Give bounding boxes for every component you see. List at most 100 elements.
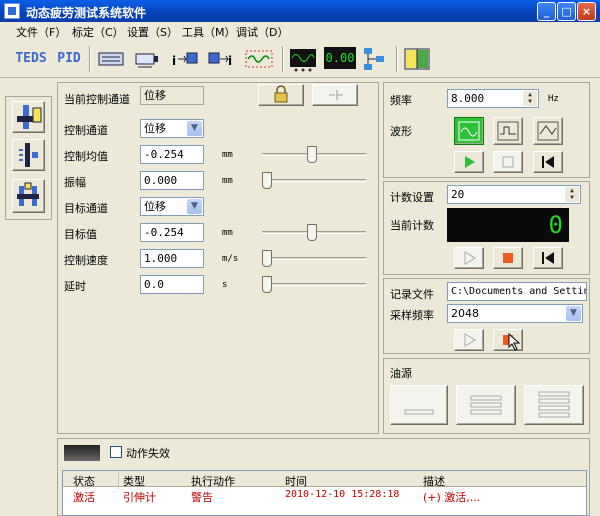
control-panel: 当前控制通道 位移 控制通道 位移 ▼ 控制均值 -0.254 mm 振幅 0.000 mm 目标… (57, 82, 379, 434)
param-input[interactable]: -0.254 (140, 223, 204, 242)
teds-button[interactable]: TEDS (14, 45, 48, 73)
wave-stop-button[interactable] (493, 151, 523, 173)
close-button[interactable]: × (577, 2, 596, 21)
slider-thumb[interactable] (262, 250, 272, 267)
minimize-button[interactable]: _ (537, 2, 556, 21)
event-table[interactable]: 状态 类型 执行动作 时间 描述 激活 引伸计 警告 2010-12-10 15… (62, 470, 587, 516)
digital-display-button[interactable]: 0.00 (324, 45, 356, 73)
layout-icon[interactable] (402, 45, 432, 73)
record-file-field[interactable]: C:\Documents and Settin (447, 282, 587, 301)
window-title: 动态疲劳测试系统软件 (26, 6, 147, 20)
chevron-down-icon[interactable]: ▼ (187, 121, 202, 136)
wave-reset-button[interactable] (533, 151, 563, 173)
oil-high-button[interactable] (524, 385, 584, 425)
col-action[interactable]: 执行动作 (191, 473, 235, 489)
menu-settings[interactable]: 设置（S） (127, 24, 178, 40)
sample-rate-select[interactable]: 2048 ▼ (447, 304, 583, 323)
param-label: 目标通道 (64, 202, 108, 215)
oil-mid-button[interactable] (456, 385, 516, 425)
param-slider[interactable] (262, 249, 366, 269)
actuator-icon[interactable] (12, 101, 45, 133)
count-play-button[interactable] (454, 247, 484, 269)
param-unit: mm (222, 176, 233, 186)
slider-thumb[interactable] (307, 146, 317, 163)
io-icon[interactable]: i (170, 45, 200, 73)
release-button[interactable] (312, 84, 358, 106)
output-icon[interactable]: i (206, 45, 236, 73)
param-input[interactable]: -0.254 (140, 145, 204, 164)
wave-play-button[interactable] (454, 151, 484, 173)
slider-thumb[interactable] (262, 172, 272, 189)
pid-button[interactable]: PID (54, 45, 84, 73)
network-icon[interactable] (360, 45, 390, 73)
level-mid-icon (470, 395, 502, 415)
skip-back-icon (542, 252, 554, 264)
device-icon[interactable] (96, 45, 126, 73)
wave-triangle-button[interactable] (533, 117, 563, 145)
slider-thumb[interactable] (307, 224, 317, 241)
count-reset-button[interactable] (533, 247, 563, 269)
param-slider[interactable] (262, 145, 366, 165)
menu-debug[interactable]: 调试（D） (236, 24, 288, 40)
table-row[interactable]: 激活 引伸计 警告 2010-12-10 15:28:18 (+) 激活,... (63, 488, 586, 504)
waveform-icon[interactable] (244, 45, 274, 73)
col-desc[interactable]: 描述 (423, 473, 445, 489)
play-icon (465, 156, 475, 168)
toolbar-separator (396, 46, 398, 72)
record-play-button[interactable] (454, 329, 484, 351)
param-slider[interactable] (262, 171, 366, 191)
load-frame-icon[interactable] (12, 139, 45, 171)
wave-sine-button[interactable] (454, 117, 484, 145)
param-label: 延时 (64, 280, 86, 293)
wave-square-button[interactable] (493, 117, 523, 145)
col-time[interactable]: 时间 (285, 473, 307, 489)
param-label: 控制通道 (64, 124, 108, 137)
col-status[interactable]: 状态 (73, 473, 119, 489)
count-spinbox[interactable]: 20 ▲ ▼ (447, 185, 581, 204)
row-time: 2010-12-10 15:28:18 (285, 489, 400, 500)
menu-file[interactable]: 文件（F） (16, 24, 66, 40)
param-unit: s (222, 280, 228, 290)
freq-spinbox[interactable]: 8.000 ▲ ▼ (447, 89, 539, 108)
slider-track (262, 257, 366, 260)
param-slider[interactable] (262, 275, 366, 295)
slider-thumb[interactable] (262, 276, 272, 293)
param-input[interactable]: 1.000 (140, 249, 204, 268)
spin-arrows-icon[interactable]: ▲ ▼ (565, 187, 579, 202)
param-input[interactable]: 0.0 (140, 275, 204, 294)
param-label: 控制均值 (64, 150, 108, 163)
amplifier-icon[interactable] (132, 45, 162, 73)
spin-arrows-icon[interactable]: ▲ ▼ (523, 91, 537, 106)
oil-panel: 油源 (383, 358, 590, 434)
menu-tools[interactable]: 工具（M） (182, 24, 236, 40)
chevron-down-icon[interactable]: ▼ (187, 199, 202, 214)
param-select[interactable]: 位移 ▼ (140, 197, 204, 216)
wave-panel: 频率 8.000 ▲ ▼ Hz 波形 (383, 82, 590, 178)
toolbar: TEDS PID i i 0.00 (0, 40, 600, 78)
slider-track (262, 283, 366, 286)
stop-icon (502, 156, 514, 168)
oscilloscope-icon[interactable] (288, 45, 318, 73)
chevron-down-icon[interactable]: ▼ (566, 306, 581, 321)
current-count-display: 0 (447, 208, 569, 242)
fail-checkbox[interactable] (110, 446, 122, 458)
oil-low-button[interactable] (390, 385, 448, 425)
param-slider[interactable] (262, 223, 366, 243)
left-icon-strip (5, 96, 52, 220)
fixture-icon[interactable] (12, 179, 45, 213)
menu-calibrate[interactable]: 标定（C） (72, 24, 124, 40)
slider-track (262, 179, 366, 182)
row-action: 警告 (191, 491, 213, 504)
col-type[interactable]: 类型 (123, 473, 145, 489)
sample-rate-value: 2048 (451, 307, 479, 320)
count-panel: 计数设置 20 ▲ ▼ 当前计数 0 (383, 181, 590, 275)
maximize-button[interactable]: □ (557, 2, 576, 21)
param-unit: mm (222, 228, 233, 238)
count-stop-button[interactable] (493, 247, 523, 269)
param-input[interactable]: 0.000 (140, 171, 204, 190)
lock-button[interactable] (258, 84, 304, 106)
freq-label: 频率 (390, 94, 412, 107)
param-select[interactable]: 位移 ▼ (140, 119, 204, 138)
count-set-value: 20 (451, 188, 465, 201)
count-set-label: 计数设置 (390, 191, 434, 204)
